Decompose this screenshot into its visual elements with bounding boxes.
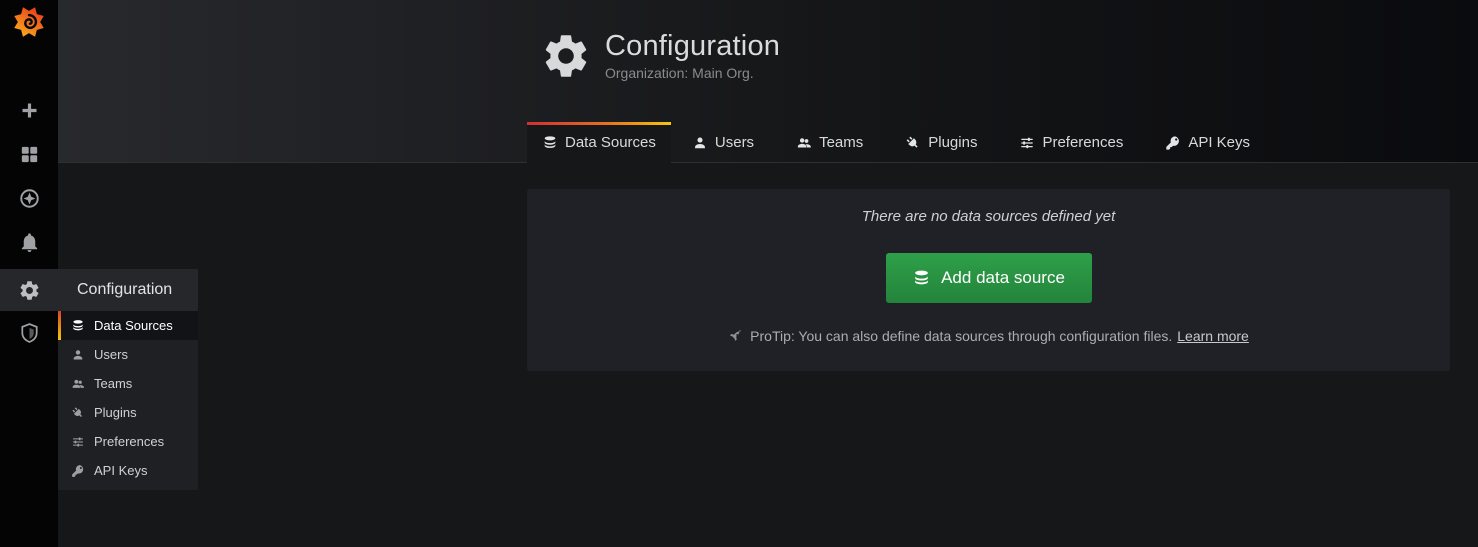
sidebar-item-server-admin[interactable] xyxy=(0,313,58,353)
shield-icon xyxy=(18,322,41,345)
protip-text: ProTip: You can also define data sources… xyxy=(750,328,1172,344)
flyout-title: Configuration xyxy=(58,269,198,311)
flyout-item-plugins[interactable]: Plugins xyxy=(58,398,198,427)
key-icon xyxy=(1165,135,1181,151)
sidebar-item-configuration[interactable] xyxy=(0,269,58,311)
configuration-gear-icon xyxy=(540,30,592,82)
database-icon xyxy=(71,319,85,333)
gear-icon xyxy=(18,279,41,302)
sidebar-item-dashboards[interactable] xyxy=(0,134,58,174)
flyout-item-teams[interactable]: Teams xyxy=(58,369,198,398)
rocket-icon xyxy=(728,329,743,344)
database-icon xyxy=(912,269,931,288)
content-panel: There are no data sources defined yet Ad… xyxy=(527,189,1450,371)
flyout-item-label: API Keys xyxy=(94,463,147,478)
configuration-flyout: Configuration Data Sources Users Teams P… xyxy=(58,269,198,490)
flyout-item-label: Teams xyxy=(94,376,132,391)
tab-label: Plugins xyxy=(928,134,977,151)
tab-label: Teams xyxy=(819,134,863,151)
tab-plugins[interactable]: Plugins xyxy=(884,122,998,163)
tab-label: Users xyxy=(715,134,754,151)
sidebar-item-explore[interactable] xyxy=(0,178,58,218)
tab-label: Data Sources xyxy=(565,134,656,151)
empty-state-message: There are no data sources defined yet xyxy=(527,208,1450,225)
page-title: Configuration xyxy=(605,31,780,63)
key-icon xyxy=(71,464,85,478)
tab-label: Preferences xyxy=(1042,134,1123,151)
add-data-source-button[interactable]: Add data source xyxy=(886,253,1092,303)
grafana-logo[interactable] xyxy=(12,5,46,39)
flyout-item-users[interactable]: Users xyxy=(58,340,198,369)
dashboards-grid-icon xyxy=(18,143,41,166)
database-icon xyxy=(542,135,558,151)
team-icon xyxy=(71,377,85,391)
page-header-titles: Configuration Organization: Main Org. xyxy=(605,31,780,82)
flyout-item-api-keys[interactable]: API Keys xyxy=(58,456,198,485)
flyout-item-data-sources[interactable]: Data Sources xyxy=(58,311,198,340)
page-subtitle: Organization: Main Org. xyxy=(605,65,780,81)
sliders-icon xyxy=(1019,135,1035,151)
team-icon xyxy=(796,135,812,151)
grafana-app: Configuration Organization: Main Org. Da… xyxy=(0,0,1478,547)
sidebar-item-alerting[interactable] xyxy=(0,222,58,262)
compass-icon xyxy=(18,187,41,210)
grafana-logo-icon xyxy=(12,5,46,39)
protip: ProTip: You can also define data sources… xyxy=(527,328,1450,344)
tab-data-sources[interactable]: Data Sources xyxy=(527,122,671,163)
bell-icon xyxy=(18,231,41,254)
flyout-item-label: Data Sources xyxy=(94,318,173,333)
sidebar xyxy=(0,0,58,547)
tab-api-keys[interactable]: API Keys xyxy=(1144,122,1271,163)
user-icon xyxy=(692,135,708,151)
flyout-item-label: Plugins xyxy=(94,405,137,420)
flyout-item-preferences[interactable]: Preferences xyxy=(58,427,198,456)
add-button-label: Add data source xyxy=(941,268,1065,288)
tab-teams[interactable]: Teams xyxy=(775,122,884,163)
sliders-icon xyxy=(71,435,85,449)
tab-users[interactable]: Users xyxy=(671,122,775,163)
plug-icon xyxy=(905,135,921,151)
flyout-menu: Data Sources Users Teams Plugins Prefere… xyxy=(58,311,198,485)
plug-icon xyxy=(71,406,85,420)
tab-preferences[interactable]: Preferences xyxy=(998,122,1144,163)
page-header: Configuration Organization: Main Org. xyxy=(540,30,780,82)
tab-label: API Keys xyxy=(1188,134,1250,151)
flyout-item-label: Preferences xyxy=(94,434,164,449)
sidebar-item-create[interactable] xyxy=(0,90,58,130)
user-icon xyxy=(71,348,85,362)
page-header-band: Configuration Organization: Main Org. Da… xyxy=(58,0,1478,163)
plus-icon xyxy=(19,100,40,121)
learn-more-link[interactable]: Learn more xyxy=(1177,328,1249,344)
tab-bar: Data Sources Users Teams Plugins Prefere… xyxy=(527,121,1271,163)
flyout-item-label: Users xyxy=(94,347,128,362)
